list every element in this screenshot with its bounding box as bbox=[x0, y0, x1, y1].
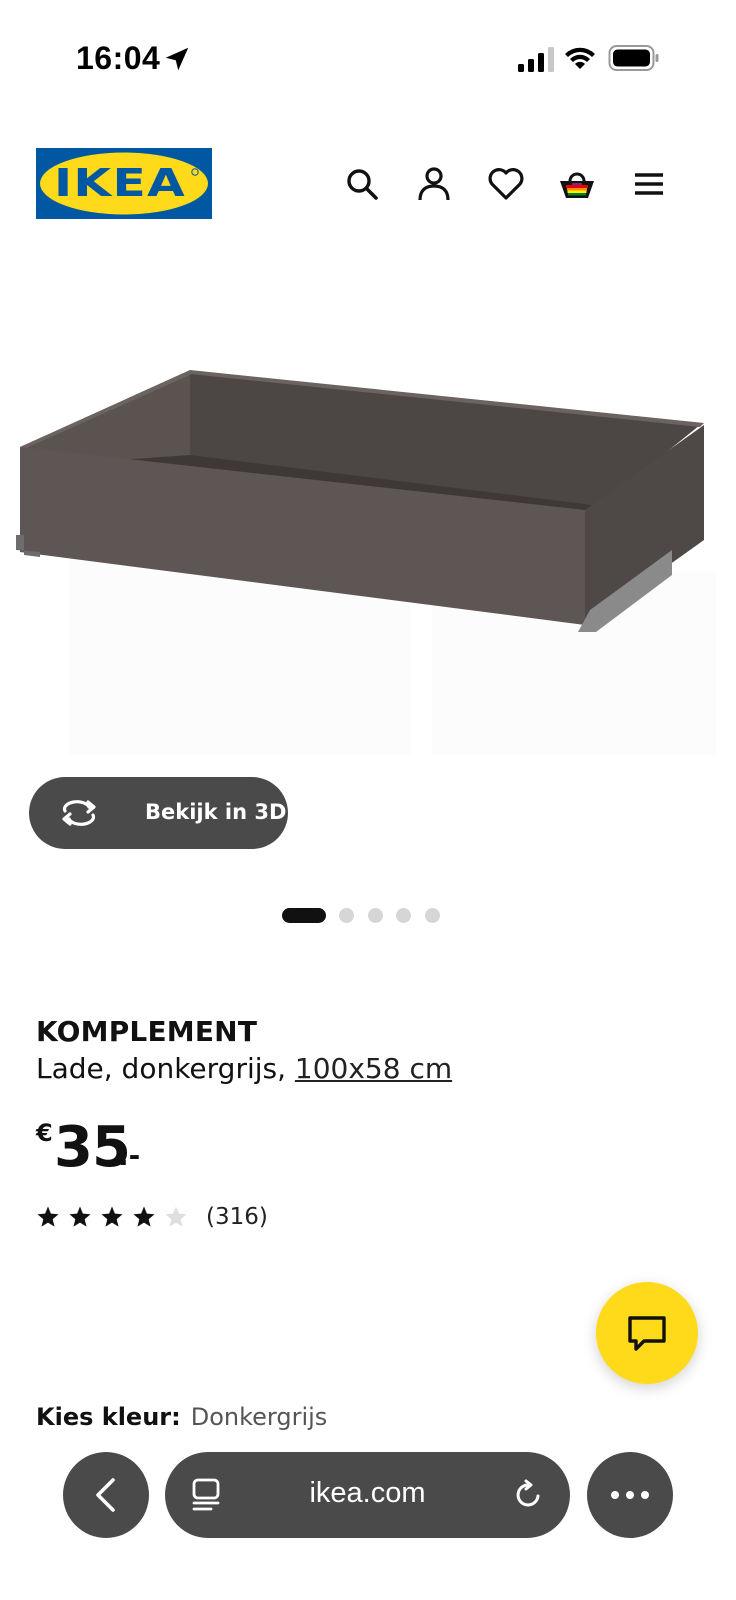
view-3d-label: Bekijk in 3D bbox=[145, 800, 287, 824]
ikea-logo[interactable]: IKEA bbox=[36, 148, 212, 219]
star-icon bbox=[37, 1206, 59, 1227]
back-button[interactable] bbox=[63, 1452, 149, 1538]
more-icon bbox=[611, 1491, 649, 1499]
url-text: ikea.com bbox=[309, 1477, 426, 1509]
colour-label: Kies kleur: bbox=[36, 1403, 181, 1431]
colour-selector[interactable]: Kies kleur: Donkergrijs bbox=[36, 1403, 327, 1431]
address-bar[interactable]: ikea.com bbox=[165, 1452, 570, 1538]
product-name: KOMPLEMENT bbox=[36, 1015, 258, 1048]
carousel-dot-2[interactable] bbox=[339, 908, 354, 923]
location-arrow-icon bbox=[165, 47, 189, 71]
logo-text: IKEA bbox=[54, 161, 186, 205]
status-bar: 16:04 bbox=[0, 0, 736, 120]
heart-icon[interactable] bbox=[486, 164, 526, 204]
view-3d-button[interactable]: Bekijk in 3D bbox=[29, 777, 288, 849]
cellular-signal-icon bbox=[518, 47, 554, 72]
status-time: 16:04 bbox=[76, 40, 161, 76]
reload-icon[interactable] bbox=[513, 1479, 545, 1511]
carousel-dot-4[interactable] bbox=[396, 908, 411, 923]
chat-bubble-icon bbox=[628, 1316, 666, 1351]
carousel-indicator bbox=[282, 906, 482, 926]
colour-value: Donkergrijs bbox=[190, 1403, 328, 1431]
carousel-dot-3[interactable] bbox=[368, 908, 383, 923]
menu-icon[interactable] bbox=[629, 164, 669, 204]
price-decimal: .- bbox=[118, 1139, 141, 1172]
price-currency: € bbox=[36, 1119, 53, 1147]
star-icon bbox=[101, 1206, 123, 1227]
chat-button[interactable] bbox=[596, 1282, 698, 1384]
carousel-dot-1[interactable] bbox=[282, 908, 326, 923]
drawer-image bbox=[16, 370, 716, 755]
star-icon bbox=[133, 1206, 155, 1227]
battery-icon bbox=[608, 45, 659, 71]
product-description: Lade, donkergrijs, 100x58 cm bbox=[36, 1052, 452, 1085]
user-icon[interactable] bbox=[414, 164, 454, 204]
star-empty-icon bbox=[165, 1206, 187, 1227]
rotate-3d-icon bbox=[62, 800, 96, 826]
wifi-icon bbox=[565, 47, 595, 69]
rating[interactable]: (316) bbox=[36, 1204, 336, 1233]
search-icon[interactable] bbox=[342, 164, 382, 204]
carousel-dot-5[interactable] bbox=[425, 908, 440, 923]
shopping-basket-icon[interactable] bbox=[557, 164, 597, 204]
more-button[interactable] bbox=[587, 1452, 673, 1538]
product-description-text: Lade, donkergrijs, bbox=[36, 1052, 295, 1085]
review-count: (316) bbox=[206, 1204, 268, 1230]
size-link[interactable]: 100x58 cm bbox=[295, 1052, 452, 1085]
back-icon bbox=[96, 1478, 115, 1512]
star-icon bbox=[69, 1206, 91, 1227]
